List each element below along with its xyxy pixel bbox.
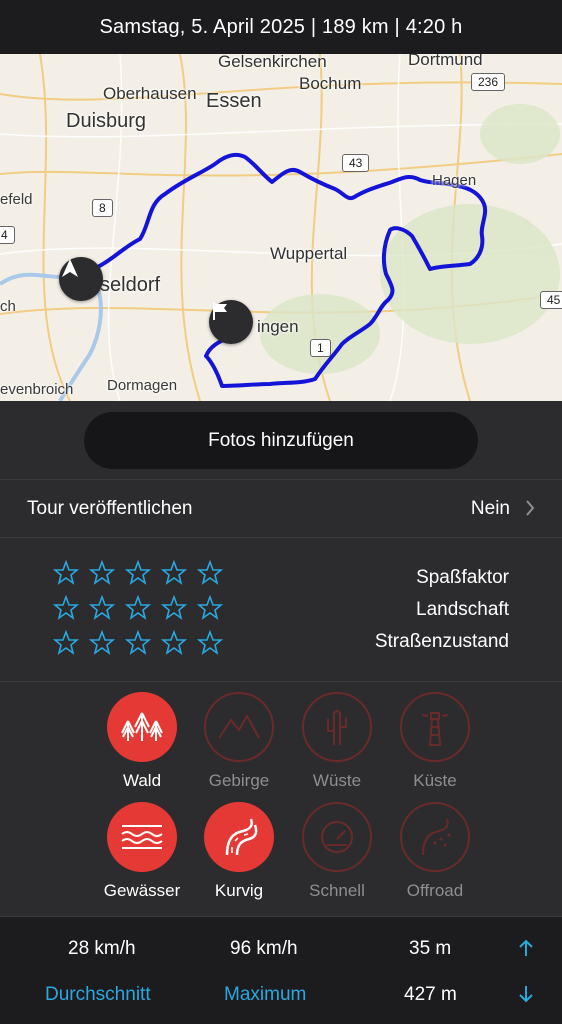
- max-speed-value: 96 km/h: [230, 938, 298, 959]
- water-icon: [107, 802, 177, 872]
- map-label-ch: ch: [0, 298, 16, 315]
- map-label-duesseldorf: seldorf: [100, 274, 161, 296]
- star-icon[interactable]: [89, 560, 115, 586]
- star-icon[interactable]: [197, 630, 223, 656]
- star-icon[interactable]: [89, 630, 115, 656]
- tag-water[interactable]: Gewässer: [92, 802, 192, 901]
- star-icon[interactable]: [53, 595, 79, 621]
- start-marker[interactable]: [59, 257, 103, 301]
- tour-stats-section: 28 km/h 96 km/h 35 m Durchschnitt Maximu…: [0, 917, 562, 1024]
- tag-label: Wüste: [312, 771, 362, 790]
- star-icon[interactable]: [89, 595, 115, 621]
- rating-stars-fun[interactable]: [53, 560, 223, 586]
- tour-tags-section: Wald Gebirge Wüste Küste Gewässer Kurvig…: [0, 682, 562, 916]
- offroad-icon: [400, 802, 470, 872]
- star-icon[interactable]: [125, 630, 151, 656]
- road-shield-4: 4: [0, 226, 15, 244]
- star-icon[interactable]: [53, 560, 79, 586]
- navigation-arrow-icon: [62, 259, 78, 277]
- arrow-down-icon: [519, 986, 533, 1003]
- avg-speed-label: Durchschnitt: [45, 984, 151, 1005]
- map-label-gelsenkirchen: Gelsenkirchen: [218, 54, 327, 71]
- cactus-icon: [302, 692, 372, 762]
- tag-label: Wald: [122, 771, 162, 790]
- map-label-solingen: ingen: [257, 317, 299, 336]
- tour-summary-title: Samstag, 5. April 2025 | 189 km | 4:20 h: [99, 15, 463, 38]
- map-label-dormagen: Dormagen: [107, 377, 178, 394]
- tag-mountains[interactable]: Gebirge: [189, 692, 289, 791]
- forest-icon: [107, 692, 177, 762]
- finish-marker[interactable]: [209, 300, 253, 344]
- map-label-duisburg: Duisburg: [66, 110, 147, 132]
- map-label-wuppertal: Wuppertal: [270, 244, 348, 263]
- map-label-dortmund: Dortmund: [408, 54, 483, 69]
- tour-header: Samstag, 5. April 2025 | 189 km | 4:20 h: [0, 0, 562, 54]
- road-shield-45: 45: [540, 291, 562, 309]
- star-icon[interactable]: [197, 595, 223, 621]
- tag-label: Schnell: [309, 881, 365, 900]
- rating-section: Spaßfaktor Landschaft Straßenzustand: [0, 538, 562, 681]
- star-icon[interactable]: [161, 560, 187, 586]
- mountains-icon: [204, 692, 274, 762]
- tag-offroad[interactable]: Offroad: [385, 802, 485, 901]
- map-label-oberhausen: Oberhausen: [103, 84, 197, 103]
- star-icon[interactable]: [197, 560, 223, 586]
- publish-tour-row[interactable]: Tour veröffentlichen Nein: [0, 480, 562, 537]
- add-photos-button[interactable]: Fotos hinzufügen: [84, 412, 478, 469]
- star-icon[interactable]: [161, 630, 187, 656]
- tag-fast[interactable]: Schnell: [287, 802, 387, 901]
- rating-stars-landscape[interactable]: [53, 595, 223, 621]
- avg-speed-value: 28 km/h: [68, 938, 136, 959]
- tag-label: Offroad: [406, 881, 464, 900]
- ascent-value: 35 m: [409, 938, 452, 959]
- flag-icon: [213, 303, 227, 320]
- curvy-road-icon: [204, 802, 274, 872]
- road-shield-236: 236: [471, 73, 506, 91]
- rating-label-fun: Spaßfaktor: [416, 567, 509, 588]
- route-map[interactable]: Gelsenkirchen Dortmund Oberhausen Bochum…: [0, 54, 562, 401]
- chevron-right-icon: [526, 500, 535, 516]
- map-label-grevenbroich: evenbroich: [0, 381, 74, 398]
- road-shield-8: 8: [92, 199, 113, 217]
- map-label-efeld: efeld: [0, 191, 33, 208]
- map-label-hagen: Hagen: [432, 172, 477, 189]
- rating-label-road: Straßenzustand: [374, 631, 509, 652]
- lighthouse-icon: [400, 692, 470, 762]
- tag-label: Gewässer: [103, 881, 181, 900]
- tag-coast[interactable]: Küste: [385, 692, 485, 791]
- publish-tour-value: Nein: [470, 498, 510, 519]
- rating-stars-road[interactable]: [53, 630, 223, 656]
- map-label-essen: Essen: [206, 90, 262, 112]
- rating-label-landscape: Landschaft: [416, 599, 509, 620]
- star-icon[interactable]: [53, 630, 79, 656]
- tag-label: Kurvig: [214, 881, 264, 900]
- tag-forest[interactable]: Wald: [92, 692, 192, 791]
- tag-curvy[interactable]: Kurvig: [189, 802, 289, 901]
- arrow-up-icon: [519, 939, 533, 956]
- star-icon[interactable]: [161, 595, 187, 621]
- tag-label: Küste: [413, 771, 457, 790]
- road-shield-43: 43: [342, 154, 370, 172]
- descent-value: 427 m: [404, 984, 457, 1005]
- map-label-bochum: Bochum: [299, 74, 362, 93]
- speedometer-icon: [302, 802, 372, 872]
- tag-label: Gebirge: [208, 771, 270, 790]
- tag-desert[interactable]: Wüste: [287, 692, 387, 791]
- road-shield-1: 1: [310, 339, 331, 357]
- star-icon[interactable]: [125, 560, 151, 586]
- max-speed-label: Maximum: [224, 984, 307, 1005]
- star-icon[interactable]: [125, 595, 151, 621]
- publish-tour-label: Tour veröffentlichen: [27, 498, 193, 519]
